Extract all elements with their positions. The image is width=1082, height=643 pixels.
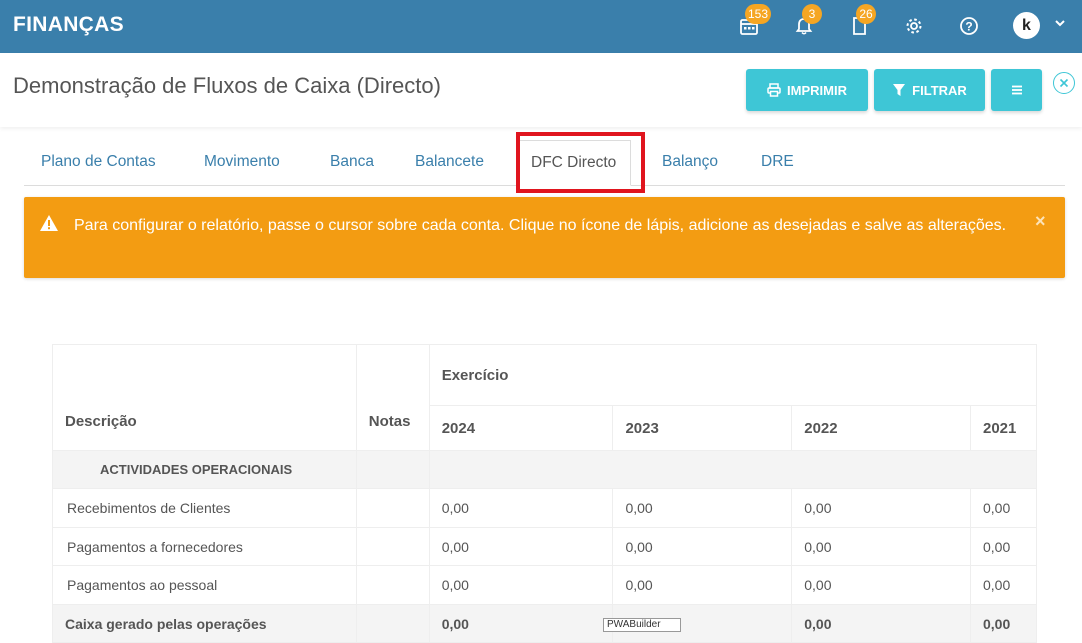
help-icon: ? (960, 17, 978, 35)
filter-button[interactable]: FILTRAR (874, 69, 985, 111)
total-value: 0,00 (970, 604, 1037, 643)
total-label: Caixa gerado pelas operações (52, 604, 357, 643)
total-value: 0,00 (791, 604, 971, 643)
menu-button[interactable] (991, 69, 1042, 111)
pwabuilder-tag[interactable]: PWABuilder (603, 618, 681, 632)
tab-plano-de-contas[interactable]: Plano de Contas (41, 140, 156, 186)
row-value: 0,00 (612, 565, 793, 605)
gear-icon (906, 18, 922, 34)
row-label: Recebimentos de Clientes (52, 488, 357, 528)
section-title: ACTIVIDADES OPERACIONAIS (52, 450, 357, 489)
year-header: 2023 (612, 405, 793, 451)
row-value: 0,00 (428, 565, 614, 605)
close-icon (1059, 78, 1069, 88)
row-label: Pagamentos ao pessoal (52, 565, 357, 605)
calendar-badge: 153 (745, 4, 772, 24)
year-header: 2022 (791, 405, 971, 451)
row-value: 0,00 (612, 488, 793, 528)
info-alert: Para configurar o relatório, passe o cur… (24, 197, 1065, 278)
avatar-letter: k (1022, 16, 1031, 34)
tab-banca[interactable]: Banca (330, 140, 374, 186)
tab-dre[interactable]: DRE (761, 140, 794, 186)
chevron-down-icon[interactable] (1054, 17, 1066, 29)
printer-icon (767, 83, 781, 97)
alert-message: Para configurar o relatório, passe o cur… (74, 217, 1007, 234)
page-header: Demonstração de Fluxos de Caixa (Directo… (0, 53, 1082, 127)
documents-button[interactable]: 26 (846, 4, 876, 39)
notifications-button[interactable]: 3 (791, 4, 822, 39)
column-header-exercise: Exercício (428, 344, 1038, 406)
row-value: 0,00 (970, 565, 1037, 605)
tab-dfc-directo[interactable]: DFC Directo (516, 140, 632, 186)
row-value: 0,00 (612, 527, 793, 566)
tab-movimento[interactable]: Movimento (204, 140, 280, 186)
print-label: IMPRIMIR (787, 82, 847, 98)
row-value: 0,00 (970, 488, 1037, 528)
row-value: 0,00 (428, 488, 614, 528)
row-label: Pagamentos a fornecedores (52, 527, 357, 566)
documents-badge: 26 (856, 4, 876, 24)
calendar-button[interactable]: 153 (736, 4, 772, 39)
hamburger-icon (1011, 85, 1022, 95)
app-brand[interactable]: FINANÇAS (13, 13, 124, 37)
table-row[interactable]: Recebimentos de Clientes 0,00 0,00 0,00 … (52, 488, 1037, 528)
row-value: 0,00 (791, 488, 971, 528)
user-avatar[interactable]: k (1013, 12, 1040, 39)
notifications-badge: 3 (802, 4, 822, 24)
filter-label: FILTRAR (912, 82, 967, 98)
svg-text:?: ? (965, 20, 972, 34)
tab-balancete[interactable]: Balancete (415, 140, 484, 186)
year-header: 2024 (428, 405, 614, 451)
table-row[interactable]: Pagamentos a fornecedores 0,00 0,00 0,00… (52, 527, 1037, 566)
column-header-description: Descrição (52, 344, 357, 451)
total-row: Caixa gerado pelas operações 0,00 0,00 0… (52, 604, 1037, 643)
alert-close-button[interactable]: × (1035, 211, 1046, 232)
filter-icon (893, 84, 906, 96)
page-title: Demonstração de Fluxos de Caixa (Directo… (13, 73, 441, 98)
row-value: 0,00 (791, 527, 971, 566)
table-row[interactable]: Pagamentos ao pessoal 0,00 0,00 0,00 0,0… (52, 565, 1037, 605)
close-page-button[interactable] (1053, 72, 1075, 94)
tab-balanco[interactable]: Balanço (662, 140, 718, 186)
top-bar: FINANÇAS 153 3 26 ? k (0, 0, 1082, 53)
row-value: 0,00 (970, 527, 1037, 566)
year-header: 2021 (970, 405, 1037, 451)
total-value: 0,00 (428, 604, 614, 643)
column-header-notes: Notas (355, 344, 430, 451)
settings-button[interactable] (901, 13, 927, 39)
help-button[interactable]: ? (956, 13, 982, 39)
row-value: 0,00 (428, 527, 614, 566)
report-tabs: Plano de Contas Movimento Banca Balancet… (24, 140, 1065, 186)
print-button[interactable]: IMPRIMIR (746, 69, 868, 111)
cash-flow-table: Descrição Notas Exercício 2024 2023 2022… (52, 344, 1038, 643)
row-value: 0,00 (791, 565, 971, 605)
